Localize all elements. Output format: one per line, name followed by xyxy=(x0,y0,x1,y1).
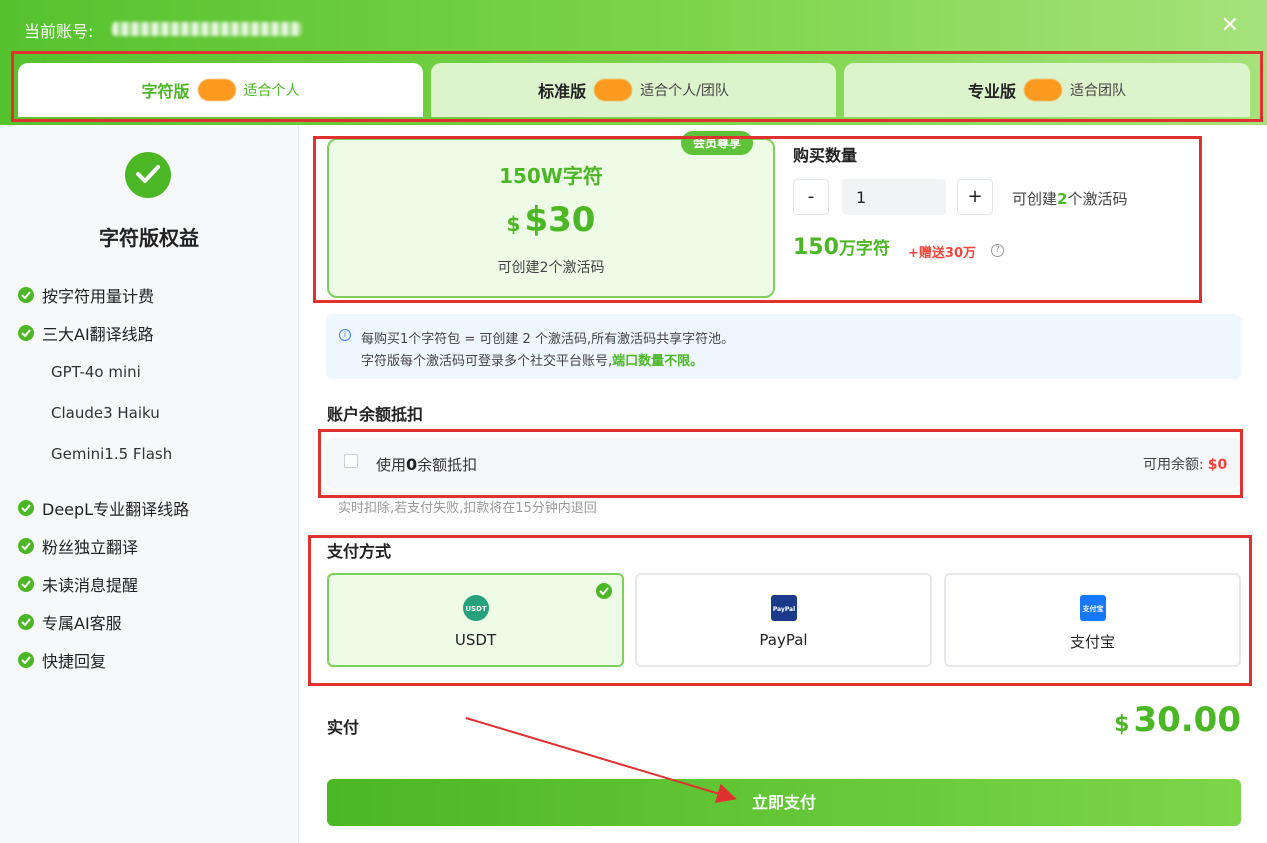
help-icon[interactable]: ? xyxy=(991,244,1004,257)
benefits-title: 字符版权益 xyxy=(99,226,199,250)
use-text: 使用 xyxy=(376,456,407,474)
check-icon xyxy=(18,614,34,630)
use-text: 余额抵扣 xyxy=(417,456,478,474)
payment-section-title: 支付方式 xyxy=(327,542,392,561)
info-text: 个激活码 xyxy=(1067,190,1128,208)
svg-text:PayPal: PayPal xyxy=(772,606,794,613)
plan-note: 可创建2个激活码 xyxy=(497,260,605,276)
balance-note: 实时扣除,若支付失败,扣款将在15分钟内退回 xyxy=(338,501,597,516)
feature-item: 三大AI翻译线路 xyxy=(18,321,154,345)
feature-item: DeepL专业翻译线路 xyxy=(18,496,189,520)
tab-subtitle: 适合团队 xyxy=(1070,83,1126,99)
feature-sub-item: Gemini1.5 Flash xyxy=(51,445,173,463)
quantity-total: 150万字符 xyxy=(793,234,890,260)
feature-label: 三大AI翻译线路 xyxy=(42,325,154,344)
tab-subtitle: 适合个人/团队 xyxy=(640,83,729,99)
feature-label: 未读消息提醒 xyxy=(42,576,139,595)
check-icon xyxy=(18,538,34,554)
tab-character-plan[interactable]: 字符版 适合个人 xyxy=(18,63,423,117)
price-value: $30 xyxy=(524,200,596,240)
balance-checkbox[interactable] xyxy=(344,454,358,468)
selected-check-icon xyxy=(596,583,612,599)
tab-standard-plan[interactable]: 标准版 适合个人/团队 xyxy=(431,63,836,117)
bonus-text: +赠送30万 xyxy=(908,246,976,261)
quantity-title: 购买数量 xyxy=(793,146,858,165)
payment-usdt[interactable]: USDT USDT xyxy=(327,573,624,667)
use-amount: 0 xyxy=(406,455,418,474)
tab-subtitle: 适合个人 xyxy=(243,83,300,99)
available-balance: 可用余额: $0 xyxy=(1143,454,1227,474)
quantity-plus-button[interactable]: + xyxy=(957,179,993,215)
info-line-2: 字符版每个激活码可登录多个社交平台账号,端口数量不限。 xyxy=(361,350,703,369)
quantity-minus-button[interactable]: - xyxy=(793,179,829,215)
info-text: 字符版每个激活码可登录多个社交平台账号, xyxy=(361,354,613,369)
payment-paypal[interactable]: PayPal PayPal xyxy=(635,573,932,667)
info-text: 可创建 xyxy=(1012,190,1058,208)
check-icon xyxy=(18,576,34,592)
tab-name: 字符版 xyxy=(141,82,190,101)
plan-price: $ $30 xyxy=(327,200,775,240)
member-ribbon: 会员尊享 xyxy=(681,131,753,155)
tab-badge xyxy=(594,79,633,101)
payment-label: 支付宝 xyxy=(1069,633,1115,651)
feature-label: 专属AI客服 xyxy=(42,614,122,633)
payment-alipay[interactable]: 支付宝 支付宝 xyxy=(944,573,1241,667)
balance-use-text: 使用0余额抵扣 xyxy=(376,454,477,475)
total-chars-unit: 万字符 xyxy=(838,239,890,259)
tab-badge xyxy=(197,79,236,101)
info-line-1: 每购买1个字符包 = 可创建 2 个激活码,所有激活码共享字符池。 xyxy=(361,332,735,347)
close-icon[interactable]: ✕ xyxy=(1218,14,1242,38)
info-icon: i xyxy=(339,329,351,341)
currency-symbol: $ xyxy=(1114,712,1130,737)
account-label: 当前账号: xyxy=(24,22,94,41)
pay-now-button[interactable]: 立即支付 xyxy=(327,779,1241,826)
total-amount: 30.00 xyxy=(1133,700,1241,740)
feature-sub-item: GPT-4o mini xyxy=(51,363,141,381)
feature-item: 快捷回复 xyxy=(18,648,106,672)
info-highlight: 端口数量不限。 xyxy=(612,354,704,369)
svg-text:USDT: USDT xyxy=(465,605,487,613)
avail-label: 可用余额: xyxy=(1143,457,1204,473)
check-circle-icon xyxy=(125,152,171,198)
total-chars: 150 xyxy=(793,235,839,260)
avail-value: $0 xyxy=(1207,457,1228,473)
feature-item: 粉丝独立翻译 xyxy=(18,534,138,558)
tab-pro-plan[interactable]: 专业版 适合团队 xyxy=(844,63,1250,117)
svg-text:支付宝: 支付宝 xyxy=(1081,604,1103,613)
payment-label: PayPal xyxy=(759,631,808,649)
check-icon xyxy=(18,500,34,516)
info-count: 2 xyxy=(1057,190,1068,208)
currency-symbol: $ xyxy=(506,212,521,236)
usdt-icon: USDT xyxy=(462,595,489,621)
feature-item: 未读消息提醒 xyxy=(18,572,138,596)
tab-name: 专业版 xyxy=(967,82,1016,101)
feature-sub-item: Claude3 Haiku xyxy=(51,404,160,422)
activation-code-info: 可创建2个激活码 xyxy=(1012,188,1127,209)
check-icon xyxy=(18,287,34,303)
check-icon xyxy=(18,652,34,668)
feature-item: 按字符用量计费 xyxy=(18,283,154,307)
tab-name: 标准版 xyxy=(538,82,587,101)
paypal-icon: PayPal xyxy=(770,595,797,621)
plan-characters: 150W字符 xyxy=(499,164,603,188)
feature-item: 专属AI客服 xyxy=(18,610,122,634)
total-label: 实付 xyxy=(327,718,360,737)
feature-label: 粉丝独立翻译 xyxy=(42,538,139,557)
check-icon xyxy=(18,325,34,341)
quantity-input[interactable] xyxy=(842,179,946,215)
balance-section-title: 账户余额抵扣 xyxy=(327,405,424,424)
alipay-icon: 支付宝 xyxy=(1079,595,1106,621)
payment-label: USDT xyxy=(454,631,497,649)
feature-label: DeepL专业翻译线路 xyxy=(42,500,190,519)
total-price: $30.00 xyxy=(1000,700,1241,740)
account-id-redacted xyxy=(112,22,302,36)
feature-label: 快捷回复 xyxy=(42,652,107,671)
tab-badge xyxy=(1024,79,1062,101)
feature-label: 按字符用量计费 xyxy=(42,287,155,306)
